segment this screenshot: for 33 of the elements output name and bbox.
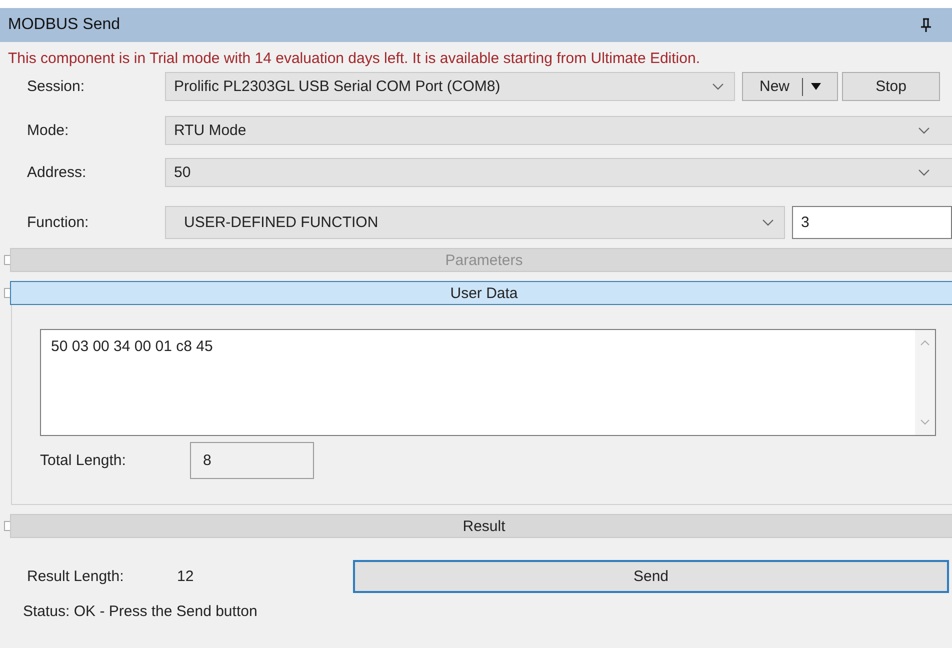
chevron-down-icon (918, 169, 930, 177)
expander-handle-icon[interactable] (4, 288, 10, 298)
pin-icon[interactable] (920, 18, 932, 32)
field-label: Session: (26, 78, 86, 95)
total-length-field: 8 (190, 442, 314, 479)
status-text: Status: OK - Press the Send button (22, 602, 258, 620)
window-title: MODBUS Send (8, 16, 120, 34)
mode-dropdown[interactable]: RTU Mode (165, 116, 952, 145)
function-dropdown[interactable]: USER-DEFINED FUNCTION (165, 206, 785, 239)
caret-icon (810, 83, 820, 90)
user-data-field[interactable]: 50 03 00 34 00 01 c8 45 (40, 329, 936, 436)
result-length-value: 12 (177, 568, 195, 585)
field-label: Total Length: (40, 452, 127, 469)
new-button[interactable]: New (742, 72, 838, 101)
section-header[interactable]: User Data (10, 281, 952, 305)
scroll-down-icon[interactable] (920, 419, 930, 425)
field-label: Mode: (26, 122, 70, 139)
expander-handle-icon[interactable] (4, 255, 10, 265)
trial-notice: This component is in Trial mode with 14 evaluation days left. It is available starting from Ultimate Edition. (7, 49, 701, 67)
function-code-field[interactable]: 3 (792, 206, 952, 239)
section-header[interactable]: Result (10, 514, 952, 538)
send-button[interactable]: Send (353, 560, 949, 593)
chevron-down-icon (712, 82, 724, 90)
stop-button[interactable]: Stop (842, 72, 940, 101)
chevron-down-icon (762, 218, 774, 226)
chevron-down-icon (918, 127, 930, 135)
field-label: Result Length: (26, 568, 125, 585)
scroll-up-icon[interactable] (920, 340, 930, 346)
session-dropdown[interactable]: Prolific PL2303GL USB Serial COM Port (COM8) (165, 72, 735, 101)
expander-handle-icon[interactable] (4, 521, 10, 531)
address-dropdown[interactable]: 50 (165, 158, 952, 187)
field-label: Address: (26, 164, 88, 181)
field-label: Function: (26, 214, 90, 231)
